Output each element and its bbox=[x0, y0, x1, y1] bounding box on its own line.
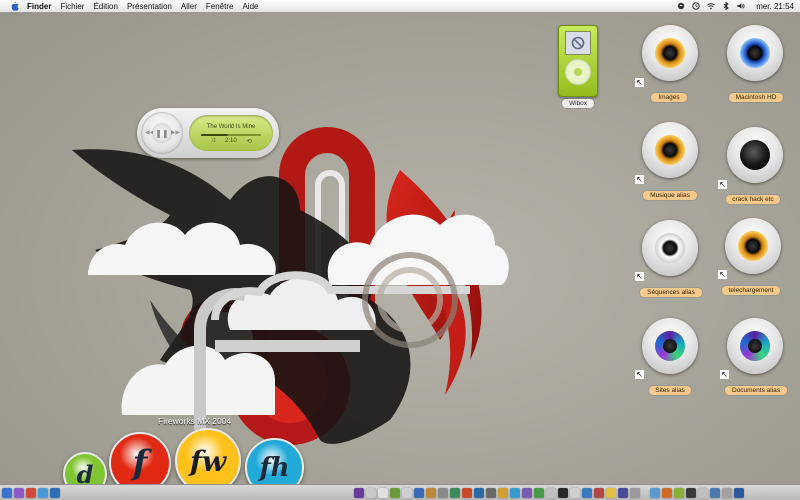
volume-icon[interactable] bbox=[737, 2, 745, 10]
dock-app-13-icon[interactable] bbox=[498, 488, 508, 498]
dock-app-2-icon[interactable] bbox=[366, 488, 376, 498]
macintosh-hd-icon[interactable] bbox=[727, 25, 783, 81]
progress-fill bbox=[201, 134, 228, 136]
progress-bar[interactable] bbox=[201, 134, 261, 136]
dock-app-4-icon[interactable] bbox=[390, 488, 400, 498]
dock-app-10-icon[interactable] bbox=[462, 488, 472, 498]
telechargement-icon[interactable] bbox=[725, 218, 781, 274]
alias-arrow-icon: ↖ bbox=[635, 78, 644, 87]
desktop[interactable]: Finder Fichier Édition Présentation Alle… bbox=[0, 0, 800, 500]
dock-right-app-2-icon[interactable] bbox=[662, 488, 672, 498]
dock-app-16-icon[interactable] bbox=[534, 488, 544, 498]
time-machine-icon[interactable] bbox=[692, 2, 700, 10]
sites-alias-icon[interactable] bbox=[642, 318, 698, 374]
images-drive-icon[interactable] bbox=[642, 25, 698, 81]
dock-left-app-1-icon[interactable] bbox=[2, 488, 12, 498]
menu-aller[interactable]: Aller bbox=[181, 2, 197, 11]
alias-arrow-icon: ↖ bbox=[720, 370, 729, 379]
desktop-label-telechargement[interactable]: telechargement bbox=[722, 286, 780, 295]
shuffle-icon[interactable]: ⤨ bbox=[210, 138, 215, 145]
dock-app-17-icon[interactable] bbox=[546, 488, 556, 498]
dock-left-app-5-icon[interactable] bbox=[50, 488, 60, 498]
pause-button[interactable]: ❚❚ bbox=[153, 124, 171, 142]
dock-right-app-4-icon[interactable] bbox=[686, 488, 696, 498]
click-wheel bbox=[565, 59, 591, 85]
dock-right-app-5-icon[interactable] bbox=[698, 488, 708, 498]
fireworks-glyph: fw bbox=[189, 444, 227, 478]
dock-app-19-icon[interactable] bbox=[570, 488, 580, 498]
dock-app-24-icon[interactable] bbox=[630, 488, 640, 498]
menu-edition[interactable]: Édition bbox=[93, 2, 117, 11]
desktop-label-sites-alias[interactable]: Sites alias bbox=[649, 386, 691, 395]
alias-arrow-icon: ↖ bbox=[718, 180, 727, 189]
dock-app-5-icon[interactable] bbox=[402, 488, 412, 498]
dock-app-21-icon[interactable] bbox=[594, 488, 604, 498]
dock-app-14-icon[interactable] bbox=[510, 488, 520, 498]
dock-app-11-icon[interactable] bbox=[474, 488, 484, 498]
desktop-label-musique-alias[interactable]: Musique alias bbox=[643, 191, 697, 200]
musique-alias-icon[interactable] bbox=[642, 122, 698, 178]
desktop-label-images[interactable]: Images bbox=[651, 93, 687, 102]
dock-app-8-icon[interactable] bbox=[438, 488, 448, 498]
desktop-label-crack-hack[interactable]: crack hack etc bbox=[726, 195, 780, 204]
menu-bar: Finder Fichier Édition Présentation Alle… bbox=[0, 0, 800, 13]
hover-app-label: Fireworks MX 2004 bbox=[158, 416, 232, 426]
no-entry-icon bbox=[565, 31, 591, 55]
next-button[interactable]: ▶▶ bbox=[171, 129, 180, 136]
menu-presentation[interactable]: Présentation bbox=[127, 2, 172, 11]
menu-finder[interactable]: Finder bbox=[27, 2, 51, 11]
dock-app-6-icon[interactable] bbox=[414, 488, 424, 498]
wibox-label[interactable]: Wibox bbox=[562, 99, 594, 108]
menu-extras: mer. 21:54 bbox=[677, 0, 794, 12]
dock-left-app-4-icon[interactable] bbox=[38, 488, 48, 498]
pause-icon: ❚❚ bbox=[155, 128, 169, 138]
dock-app-18-icon[interactable] bbox=[558, 488, 568, 498]
alias-arrow-icon: ↖ bbox=[718, 270, 727, 279]
flash-glyph: f bbox=[132, 443, 148, 483]
dock-app-15-icon[interactable] bbox=[522, 488, 532, 498]
dock-right-app-3-icon[interactable] bbox=[674, 488, 684, 498]
dock-app-7-icon[interactable] bbox=[426, 488, 436, 498]
dock-left-app-2-icon[interactable] bbox=[14, 488, 24, 498]
menu-fenetre[interactable]: Fenêtre bbox=[206, 2, 234, 11]
dock-app-9-icon[interactable] bbox=[450, 488, 460, 498]
documents-alias-icon[interactable] bbox=[727, 318, 783, 374]
wibox-icon[interactable] bbox=[558, 25, 598, 97]
menu-fichier[interactable]: Fichier bbox=[60, 2, 84, 11]
music-player-widget[interactable]: ◀◀ ▶▶ ❚❚ The World Is Mine ⤨ 2:10 ⟲ bbox=[137, 108, 279, 158]
desktop-label-documents-alias[interactable]: Documents alias bbox=[725, 386, 787, 395]
repeat-icon[interactable]: ⟲ bbox=[247, 138, 252, 145]
dock-left-app-3-icon[interactable] bbox=[26, 488, 36, 498]
menu-clock[interactable]: mer. 21:54 bbox=[756, 2, 794, 11]
elapsed-time: 2:10 bbox=[225, 138, 237, 144]
dock-app-12-icon[interactable] bbox=[486, 488, 496, 498]
track-title: The World Is Mine bbox=[206, 124, 256, 130]
dock-app-22-icon[interactable] bbox=[606, 488, 616, 498]
dock-right-app-6-icon[interactable] bbox=[710, 488, 720, 498]
sequences-alias-icon[interactable] bbox=[642, 220, 698, 276]
crack-hack-folder-icon[interactable] bbox=[727, 127, 783, 183]
alias-arrow-icon: ↖ bbox=[635, 370, 644, 379]
dock-app-3-icon[interactable] bbox=[378, 488, 388, 498]
dock-right-app-1-icon[interactable] bbox=[650, 488, 660, 498]
desktop-label-macintosh-hd[interactable]: Macintosh HD bbox=[729, 93, 783, 102]
alias-arrow-icon: ↖ bbox=[635, 175, 644, 184]
alias-arrow-icon: ↖ bbox=[635, 272, 644, 281]
freehand-glyph: fh bbox=[259, 452, 290, 483]
desktop-label-sequences-alias[interactable]: Séquences alias bbox=[640, 288, 702, 297]
dock bbox=[0, 484, 800, 500]
wifi-icon[interactable] bbox=[707, 2, 716, 10]
dock-app-23-icon[interactable] bbox=[618, 488, 628, 498]
bluetooth-icon[interactable] bbox=[722, 2, 730, 10]
sync-icon[interactable] bbox=[677, 2, 685, 10]
dock-right-app-7-icon[interactable] bbox=[722, 488, 732, 498]
apple-icon[interactable] bbox=[9, 1, 19, 11]
menu-aide[interactable]: Aide bbox=[242, 2, 258, 11]
dock-right-app-8-icon[interactable] bbox=[734, 488, 744, 498]
dock-app-20-icon[interactable] bbox=[582, 488, 592, 498]
player-display: The World Is Mine ⤨ 2:10 ⟲ bbox=[189, 115, 273, 151]
dock-app-1-icon[interactable] bbox=[354, 488, 364, 498]
